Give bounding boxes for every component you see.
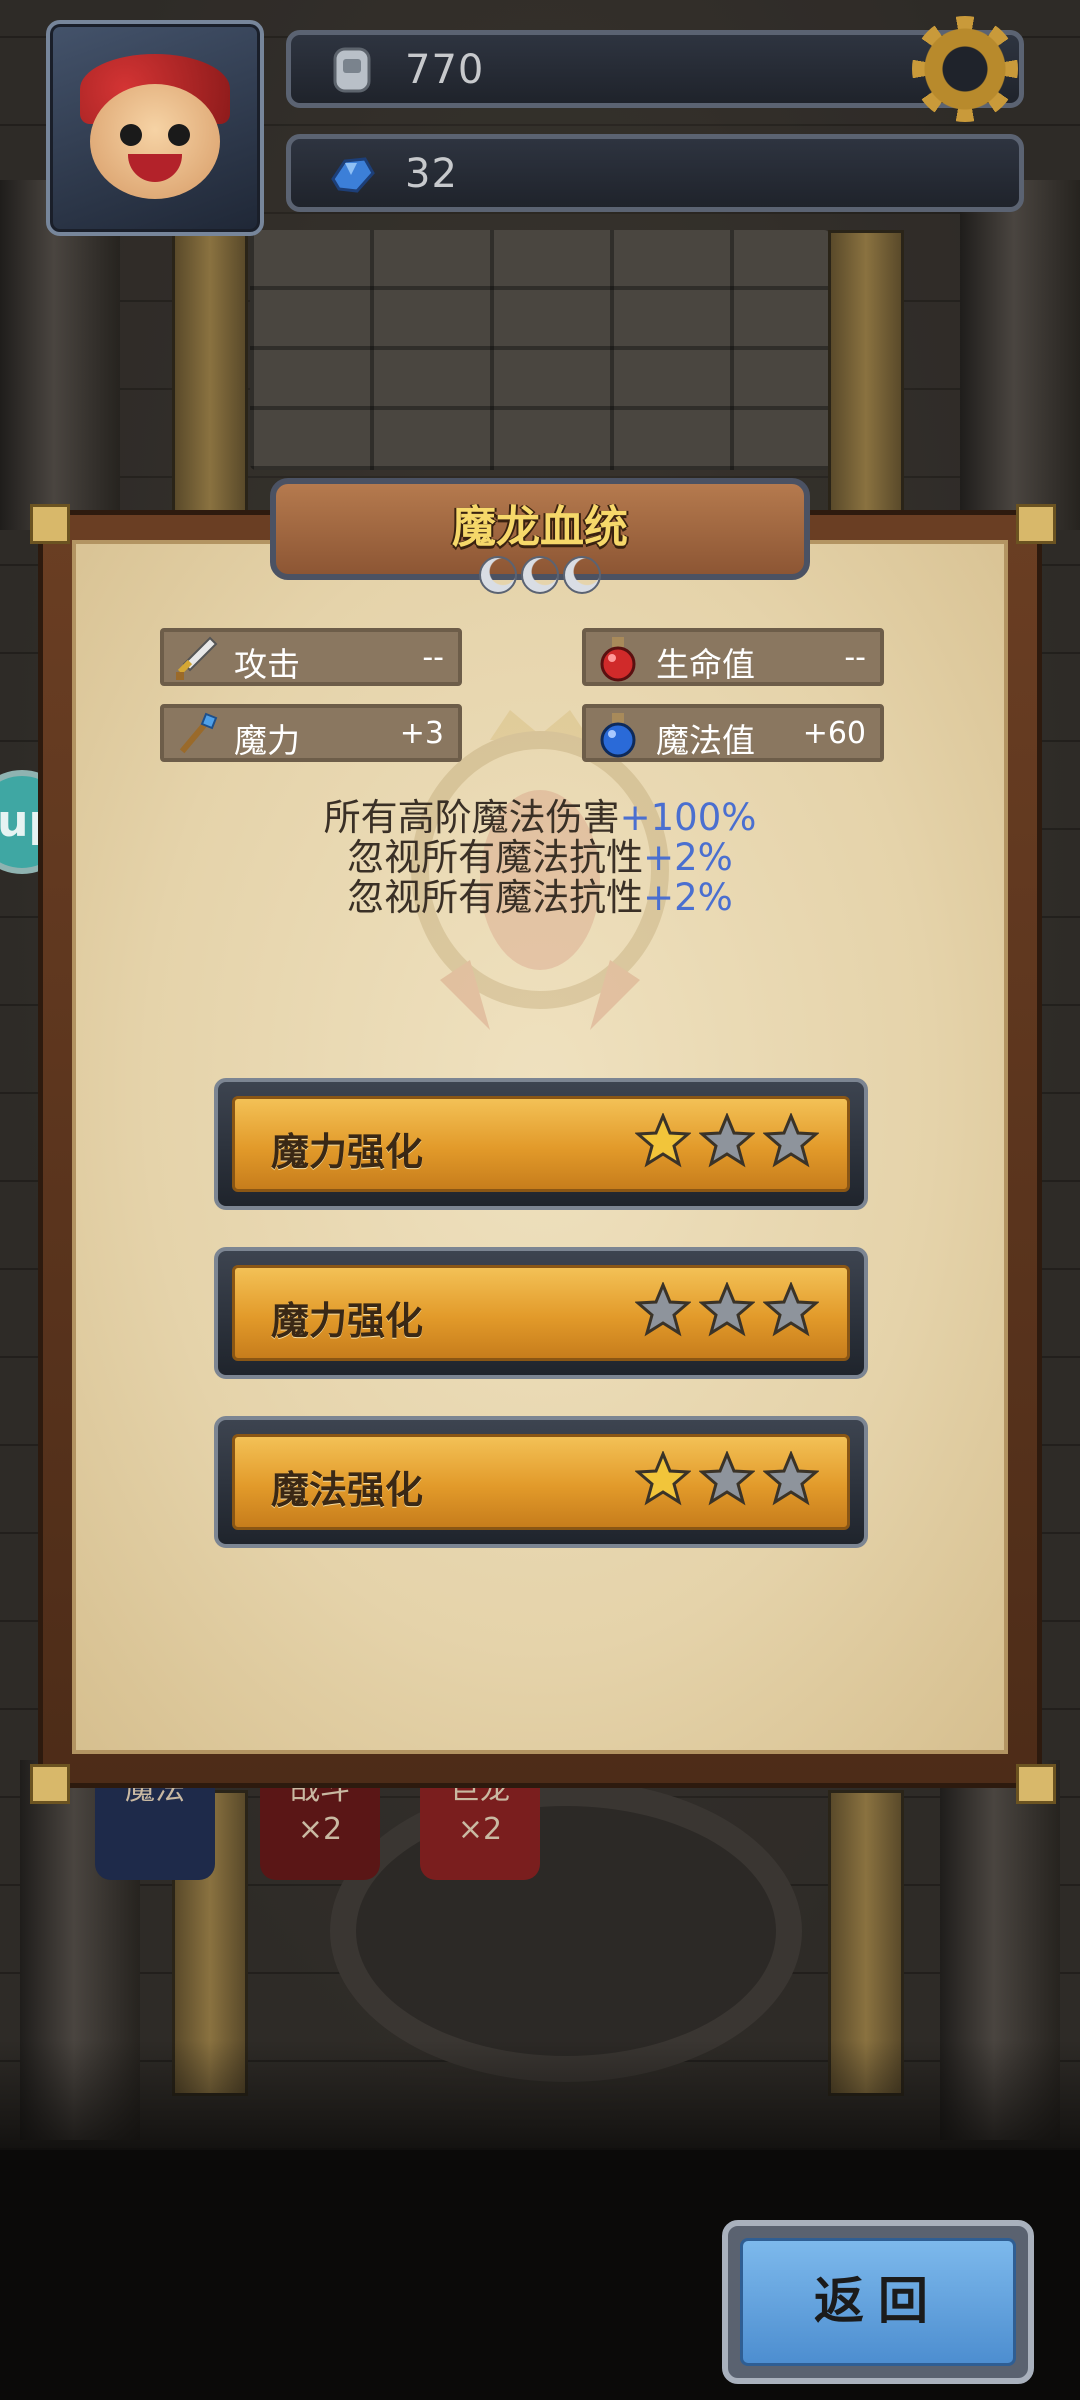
red-potion-icon [600,637,636,682]
gem-resource-bar: 32 [286,134,1024,212]
frame-corner [30,504,70,544]
stat-attack-value: -- [422,640,444,675]
star-filled-icon [635,1451,691,1506]
hero-avatar[interactable] [46,20,264,236]
pillar-right [960,180,1080,530]
moon-icon [479,556,517,594]
star-rating [627,1282,819,1342]
stat-mp: 魔法值 +60 [582,704,884,762]
star-empty-icon [699,1451,755,1506]
effect-text: 忽视所有魔法抗性 [347,876,644,919]
upgrade-button-face: 魔力强化 [232,1265,850,1361]
effect-line: 所有高阶魔法伤害+100% [200,798,880,838]
effect-line: 忽视所有魔法抗性+2% [200,878,880,918]
upgrade-button-magic-power-1[interactable]: 魔力强化 [214,1078,868,1210]
avatar-mouth [128,154,182,182]
back-button[interactable]: 返回 [722,2220,1034,2384]
tier-moons [470,556,610,602]
star-filled-icon [635,1113,691,1168]
gold-post [828,230,904,526]
effect-text: 所有高阶魔法伤害 [323,796,620,839]
upgrade-button-face: 魔力强化 [232,1096,850,1192]
avatar-face [90,84,220,199]
settings-gear-icon[interactable] [912,16,1018,122]
stat-hp: 生命值 -- [582,628,884,686]
stat-mp-label: 魔法值 [656,721,755,760]
upgrade-label: 魔力强化 [271,1299,424,1343]
effect-text: 忽视所有魔法抗性 [347,836,644,879]
stat-attack-label: 攻击 [234,645,300,684]
star-rating [627,1113,819,1173]
avatar-eye [120,124,142,146]
floor-altar [330,1780,802,2082]
moon-icon [521,556,559,594]
star-empty-icon [763,1113,819,1168]
effect-bonus: +2% [643,876,733,919]
magic-staff-icon [179,712,218,754]
stone-wall [250,230,830,470]
stat-hp-label: 生命值 [656,645,755,684]
back-button-label: 返回 [740,2238,1016,2366]
stat-attack: 攻击 -- [160,628,462,686]
stone-count: 770 [405,47,485,93]
stat-mp-value: +60 [802,716,866,751]
star-empty-icon [635,1282,691,1337]
stat-magic-label: 魔力 [234,721,300,760]
effect-bonus: +2% [643,836,733,879]
gold-post [172,230,248,526]
star-empty-icon [763,1451,819,1506]
stat-magic: 魔力 +3 [160,704,462,762]
effect-bonus: +100% [619,796,757,839]
sword-icon [176,636,218,680]
gem-count: 32 [405,151,458,197]
avatar-eye [168,124,190,146]
blue-gem-icon [331,157,375,193]
star-empty-icon [699,1282,755,1337]
upgrade-button-magic-spell[interactable]: 魔法强化 [214,1416,868,1548]
stone-tablet-icon [333,47,371,93]
effect-line: 忽视所有魔法抗性+2% [200,838,880,878]
upgrade-button-face: 魔法强化 [232,1434,850,1530]
star-empty-icon [763,1282,819,1337]
star-rating [627,1451,819,1511]
upgrade-button-magic-power-2[interactable]: 魔力强化 [214,1247,868,1379]
stat-hp-value: -- [844,640,866,675]
upgrade-label: 魔法强化 [271,1468,424,1512]
moon-icon [563,556,601,594]
upgrade-label: 魔力强化 [271,1130,424,1174]
frame-corner [1016,504,1056,544]
blue-potion-icon [600,713,636,758]
frame-corner [30,1764,70,1804]
stat-magic-value: +3 [399,716,444,751]
star-empty-icon [699,1113,755,1168]
frame-corner [1016,1764,1056,1804]
bloodline-effects: 所有高阶魔法伤害+100% 忽视所有魔法抗性+2% 忽视所有魔法抗性+2% [200,798,880,918]
